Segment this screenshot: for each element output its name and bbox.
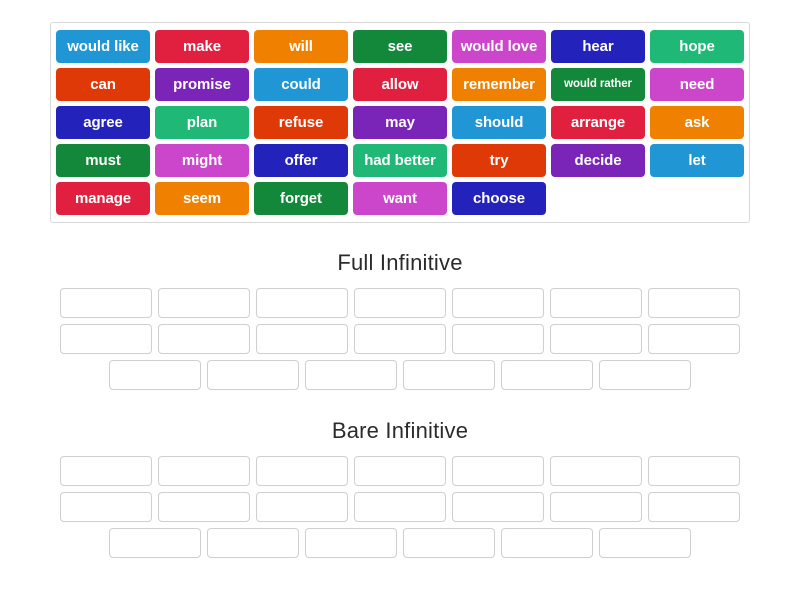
word-tile[interactable]: allow	[353, 68, 447, 101]
word-tile[interactable]: might	[155, 144, 249, 177]
drop-slot[interactable]	[60, 288, 152, 318]
word-tile[interactable]: remember	[452, 68, 546, 101]
word-tile[interactable]: promise	[155, 68, 249, 101]
word-tile[interactable]: need	[650, 68, 744, 101]
word-tile[interactable]: decide	[551, 144, 645, 177]
drop-slot[interactable]	[354, 456, 446, 486]
drop-slot[interactable]	[648, 492, 740, 522]
drop-slot[interactable]	[648, 456, 740, 486]
group-title-bare-infinitive: Bare Infinitive	[331, 418, 469, 443]
slot-row	[0, 360, 800, 390]
slot-row	[0, 456, 800, 486]
drop-slot[interactable]	[305, 360, 397, 390]
word-tile[interactable]: make	[155, 30, 249, 63]
slot-row	[0, 324, 800, 354]
word-tile[interactable]: may	[353, 106, 447, 139]
drop-zone-full-infinitive[interactable]	[0, 288, 800, 390]
word-tile[interactable]: choose	[452, 182, 546, 215]
word-tile[interactable]: should	[452, 106, 546, 139]
word-tile[interactable]: offer	[254, 144, 348, 177]
drop-slot[interactable]	[452, 324, 544, 354]
drop-slot[interactable]	[599, 360, 691, 390]
drop-slot[interactable]	[158, 324, 250, 354]
word-bank: would like make will see would love hear hope c…	[50, 22, 750, 223]
drop-slot[interactable]	[158, 456, 250, 486]
word-tile[interactable]: forget	[254, 182, 348, 215]
drop-slot[interactable]	[305, 528, 397, 558]
drop-slot[interactable]	[648, 288, 740, 318]
drop-slot[interactable]	[403, 360, 495, 390]
drop-slot[interactable]	[354, 492, 446, 522]
drop-slot[interactable]	[256, 492, 348, 522]
word-bank-row: agree plan refuse may should arrange ask	[56, 106, 744, 139]
drop-slot[interactable]	[599, 528, 691, 558]
drop-slot[interactable]	[550, 324, 642, 354]
word-tile[interactable]: hope	[650, 30, 744, 63]
slot-row	[0, 492, 800, 522]
word-tile[interactable]: could	[254, 68, 348, 101]
drop-slot[interactable]	[60, 456, 152, 486]
word-bank-row: must might offer had better try decide let	[56, 144, 744, 177]
drop-slot[interactable]	[158, 288, 250, 318]
word-bank-row: manage seem forget want choose	[56, 182, 744, 215]
drop-slot[interactable]	[550, 288, 642, 318]
word-tile[interactable]: will	[254, 30, 348, 63]
word-tile[interactable]: agree	[56, 106, 150, 139]
group-sort-activity: would like make will see would love hear hope c…	[0, 0, 800, 600]
slot-row	[0, 528, 800, 558]
word-tile[interactable]: try	[452, 144, 546, 177]
drop-slot[interactable]	[256, 456, 348, 486]
word-tile[interactable]: arrange	[551, 106, 645, 139]
word-tile[interactable]: manage	[56, 182, 150, 215]
drop-slot[interactable]	[354, 324, 446, 354]
drop-slot[interactable]	[109, 360, 201, 390]
drop-slot[interactable]	[207, 360, 299, 390]
drop-slot[interactable]	[256, 324, 348, 354]
word-tile[interactable]: would love	[452, 30, 546, 63]
drop-slot[interactable]	[501, 360, 593, 390]
word-tile[interactable]: see	[353, 30, 447, 63]
word-tile[interactable]: would like	[56, 30, 150, 63]
word-tile[interactable]: want	[353, 182, 447, 215]
drop-slot[interactable]	[501, 528, 593, 558]
word-tile[interactable]: had better	[353, 144, 447, 177]
word-tile[interactable]: would rather	[551, 68, 645, 101]
drop-slot[interactable]	[648, 324, 740, 354]
drop-slot[interactable]	[452, 288, 544, 318]
drop-slot[interactable]	[452, 456, 544, 486]
word-tile[interactable]: hear	[551, 30, 645, 63]
slot-row	[0, 288, 800, 318]
drop-slot[interactable]	[158, 492, 250, 522]
drop-slot[interactable]	[354, 288, 446, 318]
drop-slot[interactable]	[207, 528, 299, 558]
word-tile[interactable]: ask	[650, 106, 744, 139]
word-tile[interactable]: let	[650, 144, 744, 177]
drop-slot[interactable]	[60, 324, 152, 354]
drop-slot[interactable]	[550, 492, 642, 522]
word-tile[interactable]: refuse	[254, 106, 348, 139]
drop-slot[interactable]	[60, 492, 152, 522]
word-bank-row: would like make will see would love hear hope	[56, 30, 744, 63]
word-tile[interactable]: plan	[155, 106, 249, 139]
drop-slot[interactable]	[550, 456, 642, 486]
drop-slot[interactable]	[403, 528, 495, 558]
drop-slot[interactable]	[256, 288, 348, 318]
drop-zone-bare-infinitive[interactable]	[0, 456, 800, 558]
group-title-full-infinitive: Full Infinitive	[337, 250, 463, 275]
word-bank-row: can promise could allow remember would rather…	[56, 68, 744, 101]
drop-slot[interactable]	[109, 528, 201, 558]
word-tile[interactable]: can	[56, 68, 150, 101]
word-tile[interactable]: must	[56, 144, 150, 177]
word-tile[interactable]: seem	[155, 182, 249, 215]
drop-slot[interactable]	[452, 492, 544, 522]
